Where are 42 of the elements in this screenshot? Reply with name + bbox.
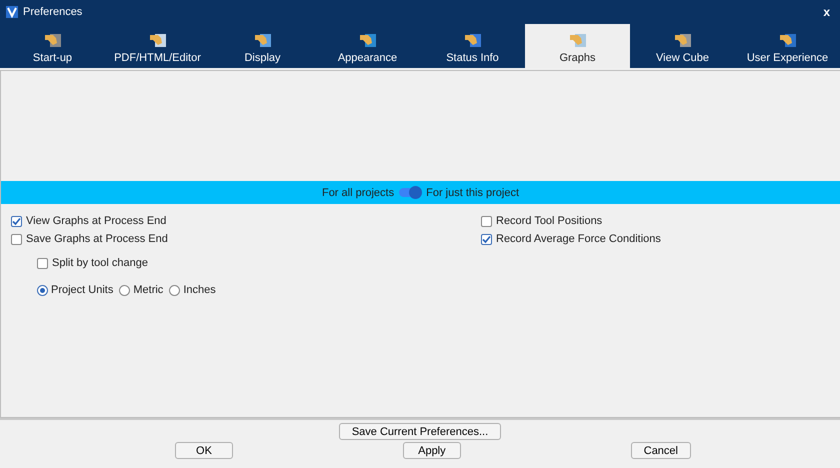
pointing-hand-icon [674, 32, 692, 48]
pointing-hand-icon [148, 32, 166, 48]
pointing-hand-icon [44, 32, 62, 48]
close-button[interactable]: x [819, 5, 834, 19]
tab[interactable]: View Cube [630, 24, 735, 68]
tab[interactable]: User Experience [735, 24, 840, 68]
pointing-hand-icon [778, 32, 796, 48]
dialog-button[interactable]: Cancel [630, 442, 691, 459]
dialog-button[interactable]: Apply [402, 442, 461, 459]
tab[interactable]: Appearance [315, 24, 420, 68]
pointing-hand-icon [568, 32, 586, 48]
radio-button[interactable] [37, 284, 48, 296]
checkbox-option[interactable]: Record Average Force Conditions [481, 232, 830, 246]
checkbox[interactable] [481, 216, 492, 226]
checkbox-option[interactable]: Save Graphs at Process End [11, 232, 481, 246]
checkbox-option[interactable]: View Graphs at Process End [11, 214, 481, 228]
scope-label: For just this project [426, 186, 520, 198]
tab[interactable]: Start-up [0, 24, 105, 68]
tab[interactable]: Graphs [525, 24, 630, 68]
checkbox[interactable] [481, 234, 492, 244]
checkbox[interactable] [11, 216, 22, 226]
tab[interactable]: Display [210, 24, 315, 68]
checkbox[interactable] [11, 234, 22, 244]
dialog-button[interactable]: OK [175, 442, 233, 459]
checkbox-option[interactable]: Record Tool Positions [481, 214, 830, 228]
pointing-hand-icon [254, 32, 272, 48]
radio-option[interactable]: Metric [119, 284, 164, 296]
pointing-hand-icon [358, 32, 376, 48]
tab[interactable]: Status Info [420, 24, 525, 68]
app-logo-icon [6, 6, 18, 18]
scope-label: For all projects [322, 186, 394, 198]
checkbox-option[interactable]: Split by tool change [37, 256, 481, 270]
radio-option[interactable]: Inches [169, 284, 216, 296]
checkbox[interactable] [37, 258, 48, 268]
tab[interactable]: PDF/HTML/Editor [105, 24, 210, 68]
scope-toggle[interactable] [399, 188, 422, 197]
pointing-hand-icon [464, 32, 482, 48]
radio-option[interactable]: Project Units [37, 284, 114, 296]
save-preferences-button[interactable]: Save Current Preferences... [338, 423, 502, 440]
radio-button[interactable] [119, 284, 130, 296]
radio-button[interactable] [169, 284, 180, 296]
window-title: Preferences [23, 6, 84, 18]
